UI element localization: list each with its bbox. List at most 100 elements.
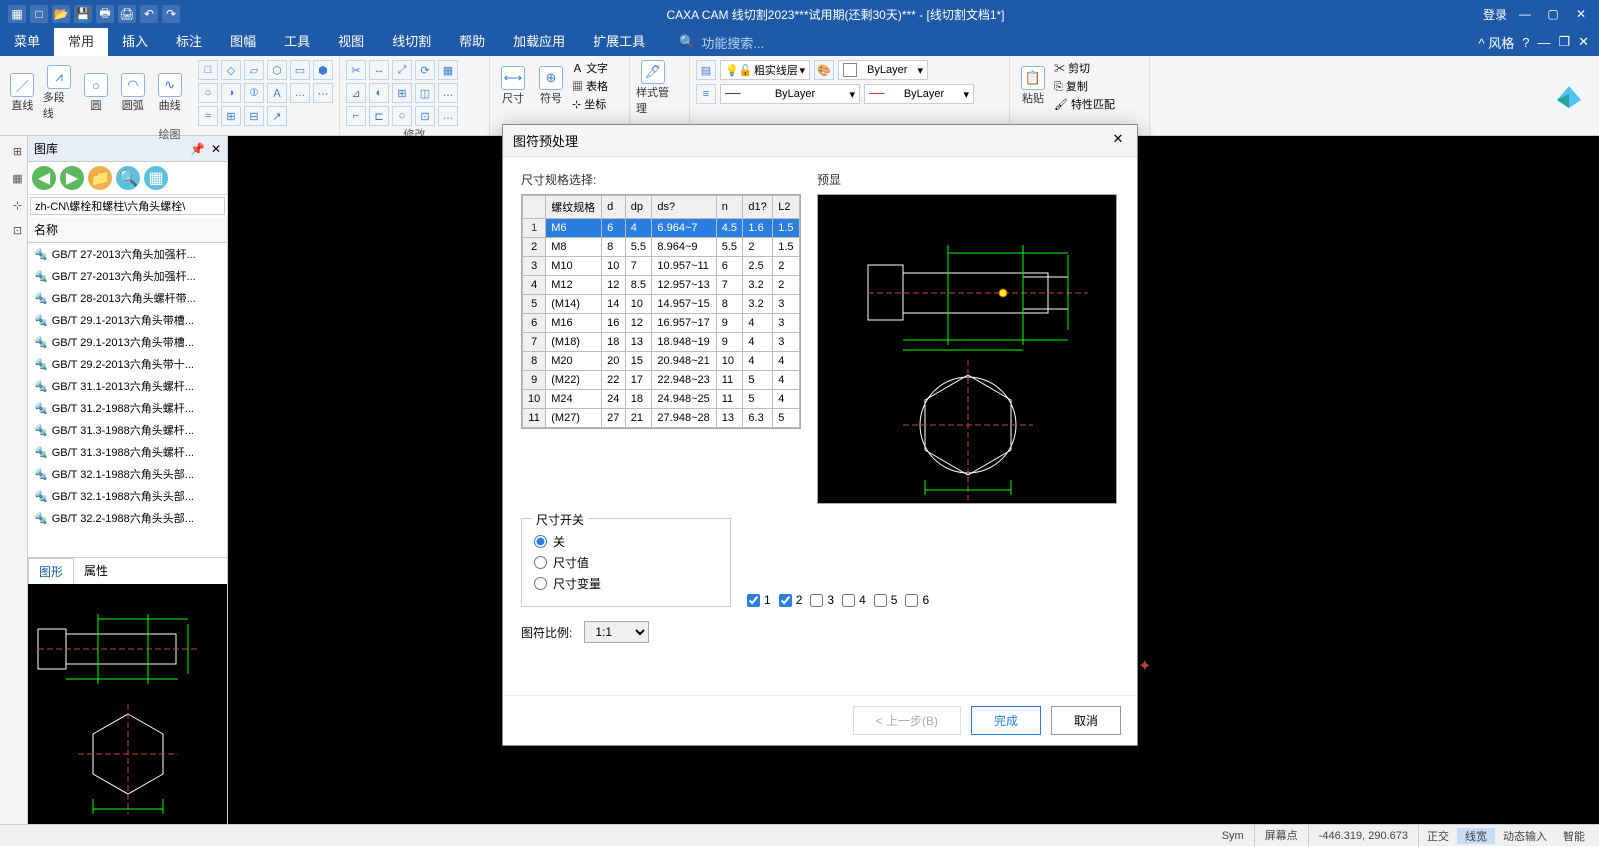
- line-button[interactable]: ／直线: [6, 73, 39, 113]
- draw-tool-icon[interactable]: □: [198, 60, 218, 80]
- radio-var[interactable]: 尺寸变量: [534, 575, 718, 592]
- save-icon[interactable]: 💾: [74, 5, 92, 23]
- list-item[interactable]: 🔩GB/T 27-2013六角头加强杆...: [28, 243, 227, 265]
- modify-tool-icon[interactable]: ⌐: [346, 106, 366, 126]
- draw-tool-icon[interactable]: ⬢: [313, 60, 333, 80]
- toggle-ortho[interactable]: 正交: [1419, 828, 1457, 844]
- table-row[interactable]: 11(M27)272127.948~28136.35: [523, 409, 800, 428]
- list-item[interactable]: 🔩GB/T 31.2-1988六角头螺杆...: [28, 397, 227, 419]
- spec-table[interactable]: 螺纹规格ddpds?nd1?L21M6646.964~74.51.61.52M8…: [521, 194, 801, 429]
- draw-tool-icon[interactable]: ≈: [198, 106, 218, 126]
- tab-props[interactable]: 属性: [74, 558, 118, 584]
- list-item[interactable]: 🔩GB/T 27-2013六角头加强杆...: [28, 265, 227, 287]
- toggle-smart[interactable]: 智能: [1555, 828, 1593, 844]
- modify-tool-icon[interactable]: …: [438, 83, 458, 103]
- open-icon[interactable]: 📂: [52, 5, 70, 23]
- modify-tool-icon[interactable]: ⟳: [415, 60, 435, 80]
- polyline-button[interactable]: ⩘多段线: [43, 65, 76, 121]
- modify-tool-icon[interactable]: ◐: [369, 83, 389, 103]
- toggle-lineweight[interactable]: 线宽: [1457, 828, 1495, 844]
- redo-icon[interactable]: ↷: [162, 5, 180, 23]
- close-icon[interactable]: ✕: [1571, 7, 1591, 21]
- status-screenpt[interactable]: 屏幕点: [1255, 825, 1309, 847]
- modify-tool-icon[interactable]: ○: [392, 106, 412, 126]
- list-item[interactable]: 🔩GB/T 31.3-1988六角头螺杆...: [28, 419, 227, 441]
- table-button[interactable]: ▦ 表格: [572, 78, 608, 94]
- table-row[interactable]: 10M24241824.948~251154: [523, 390, 800, 409]
- paste-button[interactable]: 📋粘贴: [1016, 66, 1050, 106]
- mdi-restore-icon[interactable]: ❐: [1558, 34, 1570, 50]
- table-row[interactable]: 8M20201520.948~211044: [523, 352, 800, 371]
- dimension-button[interactable]: ⟷尺寸: [496, 66, 530, 106]
- view-check[interactable]: 1: [747, 593, 771, 607]
- coords-button[interactable]: ⊹ 坐标: [572, 96, 608, 112]
- search-icon[interactable]: 🔍: [116, 166, 140, 190]
- modify-tool-icon[interactable]: ⊿: [346, 83, 366, 103]
- draw-tool-icon[interactable]: …: [290, 83, 310, 103]
- maximize-icon[interactable]: ▢: [1543, 7, 1563, 21]
- linetype-dropdown[interactable]: ── ByLayer ▾: [720, 84, 860, 104]
- color-dropdown[interactable]: ByLayer ▾: [838, 60, 928, 80]
- finish-button[interactable]: 完成: [971, 706, 1041, 735]
- symbol-button[interactable]: ⊕符号: [534, 66, 568, 106]
- view-check[interactable]: 4: [842, 593, 866, 607]
- login-button[interactable]: 登录: [1483, 6, 1507, 23]
- text-button[interactable]: Ａ 文字: [572, 60, 608, 76]
- ortho-icon[interactable]: ⊹: [2, 194, 25, 217]
- toggle-dyninput[interactable]: 动态输入: [1495, 828, 1555, 844]
- modify-tool-icon[interactable]: ↔: [369, 60, 389, 80]
- modify-tool-icon[interactable]: ⊡: [415, 106, 435, 126]
- color-icon[interactable]: 🎨: [814, 60, 834, 80]
- draw-tool-icon[interactable]: ◑: [221, 83, 241, 103]
- matchprops-button[interactable]: 🖌 特性匹配: [1054, 96, 1115, 112]
- table-row[interactable]: 2M885.58.964~95.521.5: [523, 238, 800, 257]
- modify-tool-icon[interactable]: ⊞: [392, 83, 412, 103]
- copy-button[interactable]: ⎘ 复制: [1054, 78, 1115, 94]
- modify-tool-icon[interactable]: ⊏: [369, 106, 389, 126]
- mdi-minimize-icon[interactable]: —: [1537, 35, 1550, 50]
- table-row[interactable]: 5(M14)141014.957~1583.23: [523, 295, 800, 314]
- list-item[interactable]: 🔩GB/T 31.1-2013六角头螺杆...: [28, 375, 227, 397]
- mdi-close-icon[interactable]: ✕: [1578, 34, 1589, 50]
- table-row[interactable]: 4M12128.512.957~1373.22: [523, 276, 800, 295]
- menu-item[interactable]: 帮助: [445, 28, 499, 56]
- menu-item[interactable]: 线切割: [378, 28, 445, 56]
- menu-item[interactable]: 视图: [324, 28, 378, 56]
- new-icon[interactable]: □: [30, 5, 48, 23]
- view-check[interactable]: 6: [905, 593, 929, 607]
- menu-item[interactable]: 菜单: [0, 28, 54, 56]
- table-row[interactable]: 1M6646.964~74.51.61.5: [523, 219, 800, 238]
- snap-icon[interactable]: ⊞: [2, 140, 25, 163]
- ratio-select[interactable]: 1:1: [584, 621, 649, 643]
- draw-tool-icon[interactable]: ◇: [221, 60, 241, 80]
- draw-tool-icon[interactable]: ⊞: [221, 106, 241, 126]
- modify-tool-icon[interactable]: ▦: [438, 60, 458, 80]
- table-row[interactable]: 6M16161216.957~17943: [523, 314, 800, 333]
- draw-tool-icon[interactable]: ⦶: [244, 83, 264, 103]
- modify-tool-icon[interactable]: ✂: [346, 60, 366, 80]
- list-item[interactable]: 🔩GB/T 29.1-2013六角头带槽...: [28, 309, 227, 331]
- view-check[interactable]: 3: [810, 593, 834, 607]
- minimize-icon[interactable]: —: [1515, 7, 1535, 21]
- modify-tool-icon[interactable]: …: [438, 106, 458, 126]
- draw-tool-icon[interactable]: ⬡: [267, 60, 287, 80]
- view-check[interactable]: 5: [874, 593, 898, 607]
- plot-icon[interactable]: 🖨: [118, 5, 136, 23]
- help-icon[interactable]: ?: [1522, 35, 1529, 50]
- draw-tool-icon[interactable]: ▱: [244, 60, 264, 80]
- function-search[interactable]: 🔍 功能搜索...: [679, 33, 764, 52]
- table-row[interactable]: 3M1010710.957~1162.52: [523, 257, 800, 276]
- draw-tool-icon[interactable]: ↗: [267, 106, 287, 126]
- menu-item[interactable]: 加载应用: [499, 28, 579, 56]
- draw-tool-icon[interactable]: Ａ: [267, 83, 287, 103]
- back-icon[interactable]: ◀: [32, 166, 56, 190]
- dialog-close-icon[interactable]: ✕: [1109, 131, 1127, 150]
- linetype-icon[interactable]: ≡: [696, 84, 716, 104]
- table-row[interactable]: 9(M22)221722.948~231154: [523, 371, 800, 390]
- modify-tool-icon[interactable]: ◫: [415, 83, 435, 103]
- library-list[interactable]: 🔩GB/T 27-2013六角头加强杆...🔩GB/T 27-2013六角头加强…: [28, 243, 227, 557]
- list-item[interactable]: 🔩GB/T 32.1-1988六角头头部...: [28, 485, 227, 507]
- print-icon[interactable]: 🖶: [96, 5, 114, 23]
- list-item[interactable]: 🔩GB/T 31.3-1988六角头螺杆...: [28, 441, 227, 463]
- table-row[interactable]: 7(M18)181318.948~19943: [523, 333, 800, 352]
